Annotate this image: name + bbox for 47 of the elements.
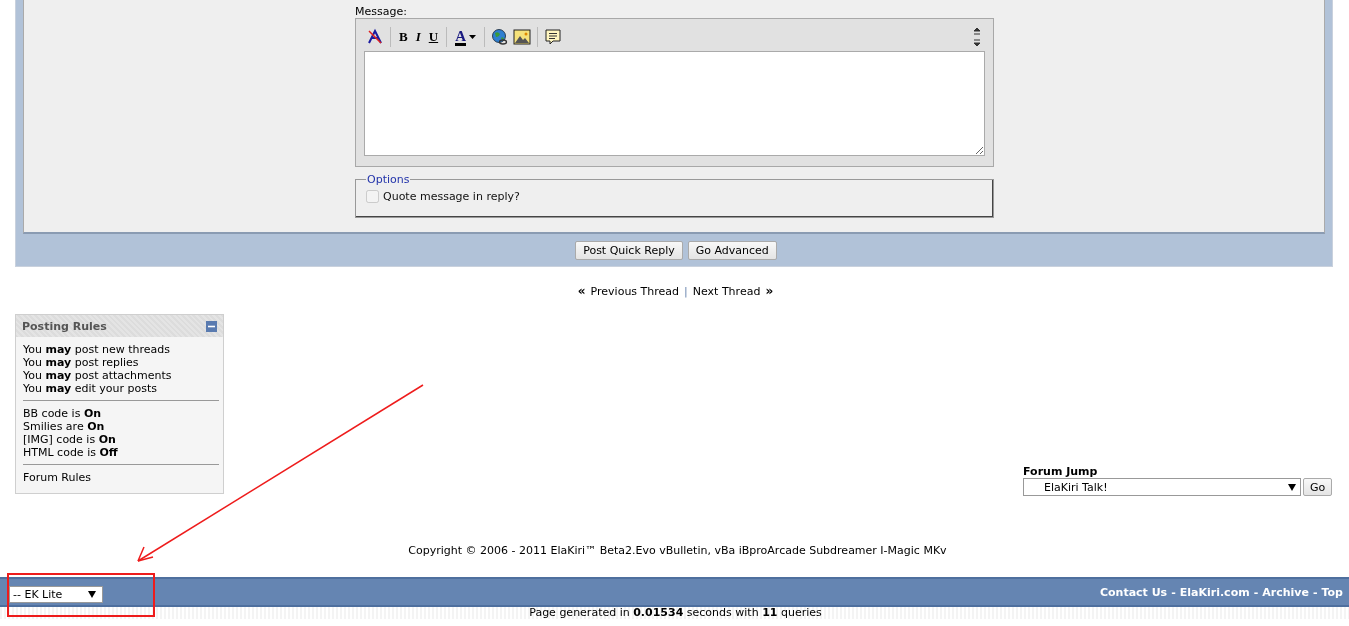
resize-arrows-icon[interactable] bbox=[973, 27, 981, 47]
setting-text: [IMG] code is On bbox=[23, 433, 116, 446]
previous-marker: « bbox=[577, 284, 586, 298]
caret-icon[interactable] bbox=[88, 590, 96, 598]
underline-button[interactable]: U bbox=[426, 29, 441, 45]
forum-rules-link[interactable]: Forum Rules bbox=[23, 471, 92, 484]
next-thread-link[interactable]: Next Thread bbox=[692, 284, 761, 298]
form-button[interactable]: Post Quick Reply bbox=[575, 240, 683, 260]
forum-jump-label: Forum Jump bbox=[1023, 465, 1099, 478]
forum-jump-select[interactable]: ElaKiri Talk! bbox=[1023, 478, 1301, 496]
footer-separator: - bbox=[1312, 585, 1318, 599]
copyright-text: Copyright © 2006 - 2011 ElaKiri™ Beta2.Evo vBulletin, vBa iBproArcade Subdreamer I-Magic MKv bbox=[407, 544, 948, 558]
nav-divider: | bbox=[684, 284, 688, 298]
message-field[interactable] bbox=[364, 51, 985, 156]
permission-text: You may post new threads bbox=[23, 343, 170, 356]
setting-text: BB code is On bbox=[23, 407, 102, 420]
footer-link[interactable]: Contact Us bbox=[1099, 585, 1168, 599]
globe-link-icon[interactable] bbox=[490, 28, 509, 46]
go-button[interactable]: Go bbox=[1303, 478, 1333, 496]
collapse-icon[interactable] bbox=[206, 320, 217, 332]
setting-text: HTML code is Off bbox=[23, 446, 118, 459]
footer-link[interactable]: Archive bbox=[1262, 585, 1309, 599]
message-label: Message: bbox=[355, 5, 408, 18]
permission-text: You may post attachments bbox=[23, 369, 172, 382]
next-marker: » bbox=[765, 284, 774, 298]
previous-thread-link[interactable]: Previous Thread bbox=[590, 284, 680, 298]
italic-button[interactable]: I bbox=[413, 29, 423, 45]
footer-link[interactable]: Top bbox=[1321, 585, 1343, 599]
footer-link[interactable]: ElaKiri.com bbox=[1179, 585, 1250, 599]
permission-text: You may edit your posts bbox=[23, 382, 158, 395]
bold-button[interactable]: B bbox=[397, 29, 410, 45]
footer-separator: - bbox=[1253, 585, 1259, 599]
image-icon[interactable] bbox=[512, 28, 531, 46]
options-legend: Options bbox=[366, 173, 411, 186]
form-button[interactable]: Go Advanced bbox=[687, 240, 777, 260]
quote-icon[interactable] bbox=[543, 28, 562, 46]
posting-rules-title: Posting Rules bbox=[22, 319, 107, 333]
footer-separator: - bbox=[1171, 585, 1176, 599]
quote-option-label: Quote message in reply? bbox=[383, 190, 520, 203]
remove-format-icon[interactable] bbox=[366, 28, 384, 46]
font-color-button[interactable]: A bbox=[453, 28, 478, 46]
setting-text: Smilies are On bbox=[23, 420, 105, 433]
style-select[interactable]: -- EK Lite bbox=[9, 585, 103, 603]
permission-text: You may post replies bbox=[23, 356, 139, 369]
page-stats-text: Page generated in 0.01534 seconds with 11 queries bbox=[529, 606, 822, 619]
caret-icon[interactable] bbox=[468, 35, 476, 39]
caret-icon[interactable] bbox=[1288, 483, 1296, 491]
